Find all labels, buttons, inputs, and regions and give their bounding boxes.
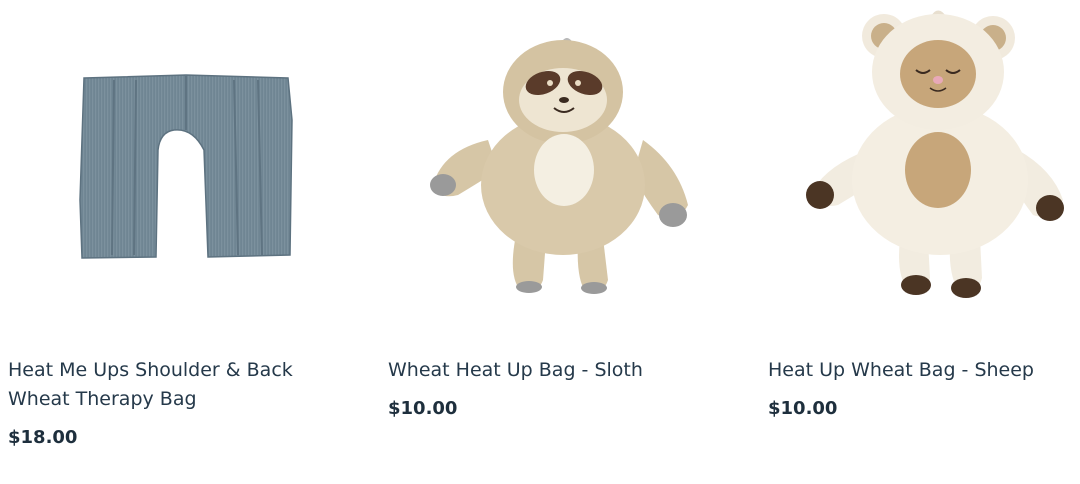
product-image-link[interactable] <box>768 0 1080 330</box>
sheep-plush-image <box>806 10 1064 298</box>
product-card[interactable]: Heat Up Wheat Bag - Sheep $10.00 <box>768 0 1080 484</box>
product-title[interactable]: Heat Me Ups Shoulder & Back Wheat Therap… <box>8 356 358 414</box>
product-price: $10.00 <box>768 398 838 419</box>
sloth-plush-image <box>430 38 688 294</box>
product-title[interactable]: Heat Up Wheat Bag - Sheep <box>768 356 1080 385</box>
product-price: $18.00 <box>8 427 78 448</box>
product-card[interactable]: Heat Me Ups Shoulder & Back Wheat Therap… <box>8 0 360 484</box>
product-image-link[interactable] <box>8 0 360 330</box>
product-title[interactable]: Wheat Heat Up Bag - Sloth <box>388 356 738 385</box>
shoulder-wrap-image <box>79 74 293 259</box>
product-card[interactable]: Wheat Heat Up Bag - Sloth $10.00 <box>388 0 740 484</box>
product-price: $10.00 <box>388 398 458 419</box>
product-image-link[interactable] <box>388 0 740 330</box>
product-grid: Heat Me Ups Shoulder & Back Wheat Therap… <box>0 0 1080 484</box>
